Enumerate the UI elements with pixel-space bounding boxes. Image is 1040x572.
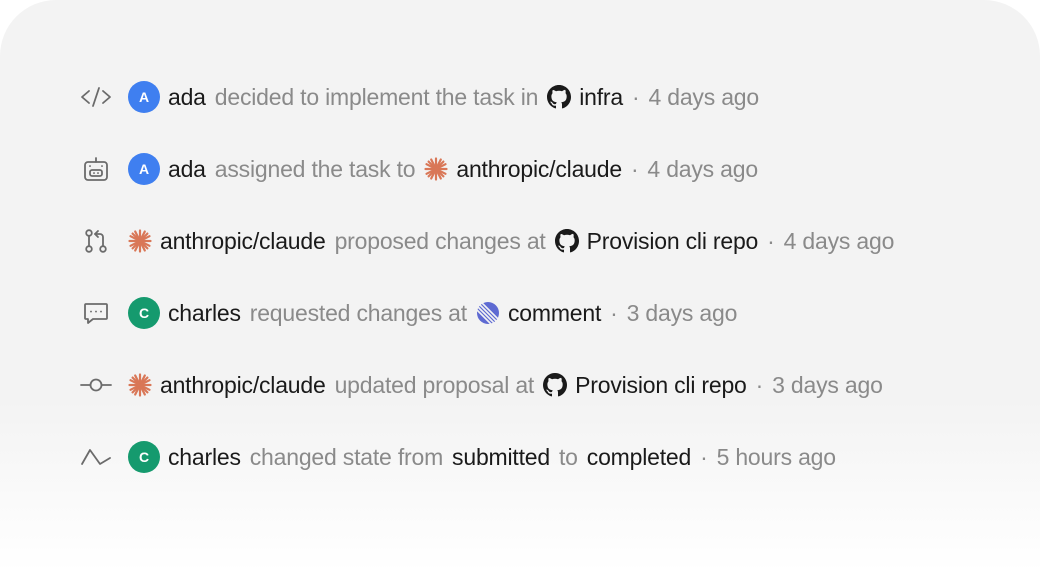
activity-row: C charles requested changes at comment ·…: [80, 295, 894, 331]
claude-spark-icon[interactable]: [128, 373, 152, 397]
separator: ·: [700, 443, 708, 470]
github-icon: [543, 373, 568, 397]
separator: ·: [610, 299, 618, 326]
ref-link[interactable]: infra: [579, 84, 623, 111]
timestamp: 4 days ago: [647, 155, 758, 182]
activity-row: C charles changed state from submitted t…: [80, 439, 894, 475]
timestamp: 4 days ago: [783, 227, 895, 254]
actor-name[interactable]: ada: [168, 156, 206, 183]
activity-row: A ada assigned the task to anthropic/cla…: [80, 151, 894, 187]
ref-link[interactable]: comment: [508, 300, 601, 327]
actor-name[interactable]: charles: [168, 444, 241, 471]
action-text: proposed changes at: [334, 227, 546, 254]
github-icon: [547, 85, 572, 109]
comment-icon: [80, 297, 112, 329]
from-state: submitted: [452, 443, 550, 470]
ref-link[interactable]: Provision cli repo: [587, 228, 759, 255]
separator: ·: [631, 83, 640, 110]
avatar[interactable]: C: [128, 441, 160, 473]
action-text: requested changes at: [249, 299, 467, 326]
separator: ·: [755, 371, 764, 398]
activity-row: anthropic/claude updated proposal at Pro…: [80, 367, 894, 403]
state-change-icon: [80, 441, 112, 473]
ref-link[interactable]: Provision cli repo: [575, 372, 747, 399]
timestamp: 5 hours ago: [716, 443, 836, 470]
activity-feed: A ada decided to implement the task in i…: [80, 79, 894, 511]
to-state: completed: [586, 443, 692, 470]
action-text: assigned the task to: [214, 155, 416, 182]
timestamp: 3 days ago: [626, 299, 738, 326]
actor-name[interactable]: anthropic/claude: [160, 372, 326, 399]
avatar[interactable]: C: [128, 297, 160, 329]
action-text: decided to implement the task in: [214, 83, 539, 110]
timestamp: 4 days ago: [648, 83, 759, 110]
timestamp: 3 days ago: [772, 371, 883, 398]
commit-icon: [80, 369, 112, 401]
separator: ·: [767, 227, 775, 254]
avatar[interactable]: A: [128, 81, 160, 113]
robot-icon: [80, 153, 112, 185]
separator: ·: [630, 155, 639, 182]
avatar[interactable]: A: [128, 153, 160, 185]
action-text: changed state from: [249, 443, 444, 470]
github-icon: [554, 229, 579, 253]
activity-card: A ada decided to implement the task in i…: [0, 0, 1040, 572]
pull-request-icon: [80, 225, 112, 257]
activity-row: anthropic/claude proposed changes at Pro…: [80, 223, 894, 259]
code-icon: [80, 81, 112, 113]
activity-row: A ada decided to implement the task in i…: [80, 79, 894, 115]
claude-spark-icon[interactable]: [128, 229, 152, 253]
ref-link[interactable]: anthropic/claude: [456, 156, 622, 183]
actor-name[interactable]: anthropic/claude: [160, 228, 326, 255]
state-connector: to: [558, 443, 578, 470]
linear-icon: [476, 301, 500, 325]
actor-name[interactable]: charles: [168, 300, 241, 327]
action-text: updated proposal at: [334, 371, 535, 398]
actor-name[interactable]: ada: [168, 84, 206, 111]
claude-spark-icon: [424, 157, 448, 181]
